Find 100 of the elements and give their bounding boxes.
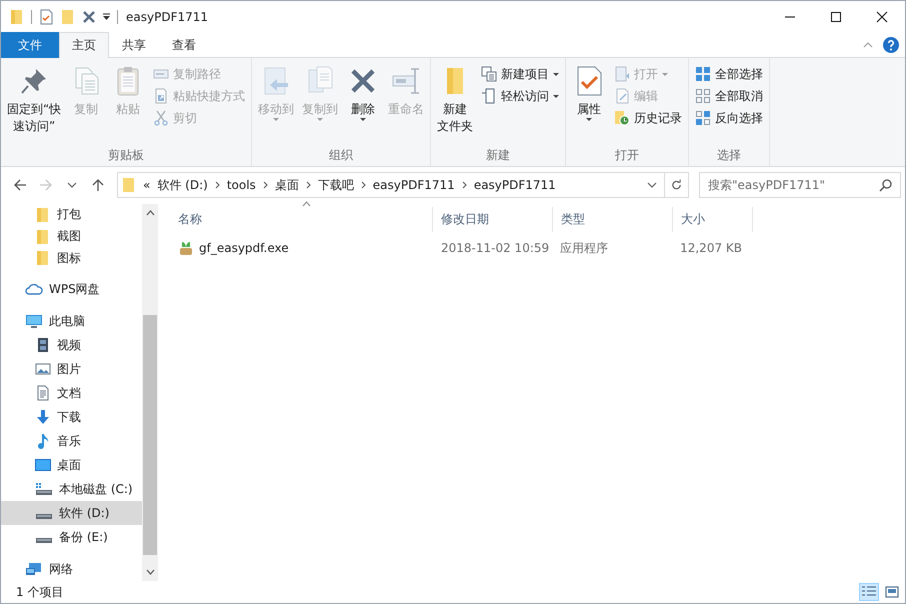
help-icon[interactable] bbox=[883, 36, 899, 52]
music-note-icon bbox=[35, 433, 51, 450]
ribbon-button[interactable]: 属性 bbox=[569, 63, 610, 146]
desktop-icon bbox=[35, 457, 51, 474]
group-label: 选择 bbox=[716, 147, 742, 164]
ribbon-button[interactable]: 全部选择 bbox=[692, 63, 766, 85]
sidebar-item[interactable]: 文档 bbox=[1, 381, 142, 406]
application-icon bbox=[178, 240, 194, 256]
picture-icon bbox=[35, 361, 51, 378]
ribbon-button[interactable]: 新建项目 bbox=[478, 63, 562, 85]
document-icon bbox=[35, 385, 51, 402]
sidebar-item[interactable]: 桌面 bbox=[1, 453, 142, 478]
address-field[interactable]: « 软件 (D:) tools 桌面 下载吧 easyPDF1711 easyPDF1711 bbox=[117, 172, 689, 198]
ribbon-button[interactable]: 新建 文件夹 bbox=[434, 63, 476, 146]
breadcrumb[interactable]: easyPDF1711 bbox=[372, 178, 455, 192]
search-field[interactable]: 搜索"easyPDF1711" bbox=[699, 172, 901, 198]
sidebar-item[interactable]: 备份 (E:) bbox=[1, 525, 142, 550]
delete-icon[interactable] bbox=[82, 10, 96, 24]
folder-icon bbox=[35, 228, 51, 244]
group-label: 新建 bbox=[485, 147, 512, 164]
scrollbar-thumb[interactable] bbox=[143, 315, 157, 555]
ribbon-button[interactable]: 全部取消 bbox=[692, 85, 766, 107]
sidebar-item[interactable]: 下载 bbox=[1, 405, 142, 430]
ribbon-button[interactable]: 轻松访问 bbox=[478, 85, 562, 107]
ribbon-tab[interactable]: 共享 bbox=[109, 32, 159, 58]
breadcrumb[interactable]: 桌面 bbox=[274, 176, 299, 194]
file-row[interactable]: gf_easypdf.exe 2018-11-02 10:59 应用程序 12,207 KB bbox=[170, 237, 905, 259]
group-label: 组织 bbox=[328, 147, 354, 164]
properties-icon[interactable] bbox=[38, 8, 54, 24]
table-cell-text: 应用程序 bbox=[559, 240, 609, 256]
ribbon-button[interactable]: 删除 bbox=[343, 63, 384, 146]
back-icon bbox=[13, 178, 27, 192]
open-icon bbox=[614, 66, 630, 82]
table-cell-text: 12,207 KB bbox=[679, 241, 743, 255]
drive-icon bbox=[36, 514, 52, 519]
folder-icon bbox=[9, 8, 25, 24]
sidebar-item[interactable]: 网络 bbox=[1, 557, 142, 582]
computer-icon bbox=[25, 313, 43, 330]
ribbon-button[interactable]: 固定到“快 速访问” bbox=[4, 63, 64, 146]
sidebar-item[interactable]: 截图 bbox=[1, 226, 142, 248]
sidebar-item[interactable]: 图片 bbox=[1, 357, 142, 382]
up-icon bbox=[91, 178, 105, 192]
breadcrumb[interactable]: easyPDF1711 bbox=[474, 178, 556, 192]
network-icon bbox=[25, 561, 43, 578]
cloud-icon bbox=[25, 281, 43, 298]
refresh-icon bbox=[671, 179, 682, 191]
sidebar-item[interactable]: 音乐 bbox=[1, 429, 142, 454]
film-icon bbox=[35, 337, 51, 354]
folder-icon bbox=[35, 206, 51, 223]
table-cell-text: 2018-11-02 10:59 bbox=[440, 241, 550, 255]
chevron-icon bbox=[462, 181, 467, 189]
file-name: gf_easypdf.exe bbox=[199, 241, 289, 255]
view-button[interactable] bbox=[859, 583, 879, 601]
sidebar-item[interactable]: 本地磁盘 (C:) bbox=[1, 477, 142, 502]
ribbon-tab[interactable]: 主页 bbox=[59, 32, 109, 58]
select-none-icon bbox=[695, 88, 712, 104]
chevron-icon bbox=[306, 181, 311, 189]
group-label: 打开 bbox=[614, 147, 640, 164]
close-icon bbox=[876, 10, 888, 22]
ribbon-tab[interactable]: 文件 bbox=[1, 32, 59, 58]
ribbon-tab[interactable]: 查看 bbox=[159, 32, 209, 58]
chevron-icon bbox=[262, 181, 268, 189]
sidebar-item[interactable]: 打包 bbox=[1, 204, 142, 226]
search-icon[interactable] bbox=[879, 178, 893, 192]
ribbon-button[interactable]: 反向选择 bbox=[692, 107, 766, 129]
sidebar-item[interactable]: 图标 bbox=[1, 247, 142, 270]
shortcut-icon bbox=[153, 88, 170, 104]
collapse-ribbon-icon[interactable] bbox=[863, 42, 873, 48]
column-header[interactable]: 名称 bbox=[170, 207, 433, 232]
scroll-down-icon[interactable] bbox=[146, 569, 154, 575]
scrollbar[interactable] bbox=[142, 204, 158, 581]
select-all-icon bbox=[695, 66, 712, 82]
column-header[interactable]: 类型 bbox=[553, 207, 673, 232]
drive-icon bbox=[36, 538, 52, 543]
column-header[interactable]: 修改日期 bbox=[433, 207, 553, 232]
column-header[interactable]: 大小 bbox=[673, 207, 753, 232]
status-text: 1 个项目 bbox=[16, 584, 64, 600]
scissors-icon bbox=[153, 110, 170, 126]
scroll-up-icon[interactable] bbox=[146, 210, 154, 216]
ribbon-button[interactable]: 历史记录 bbox=[611, 107, 686, 129]
maximize-icon bbox=[830, 10, 842, 22]
invert-selection-icon bbox=[695, 110, 712, 126]
document-icon bbox=[481, 88, 498, 104]
sidebar-item[interactable]: 此电脑 bbox=[1, 309, 142, 334]
forward-icon bbox=[39, 178, 53, 192]
dropdown-icon[interactable] bbox=[102, 12, 111, 20]
breadcrumb[interactable]: 软件 (D:) bbox=[157, 176, 208, 194]
breadcrumb[interactable]: 下载吧 bbox=[318, 176, 354, 194]
sidebar-item[interactable]: WPS网盘 bbox=[1, 277, 142, 302]
folder-icon bbox=[35, 250, 51, 266]
breadcrumb-overflow[interactable]: « bbox=[143, 178, 150, 192]
dropdown-icon[interactable] bbox=[647, 182, 657, 188]
down-arrow-icon bbox=[35, 409, 51, 426]
edit-icon bbox=[614, 88, 630, 104]
sidebar-item[interactable]: 视频 bbox=[1, 333, 142, 358]
new-item-icon bbox=[481, 66, 498, 82]
breadcrumb[interactable]: tools bbox=[226, 178, 256, 192]
drive-icon bbox=[35, 481, 53, 498]
sidebar-item[interactable]: 软件 (D:) bbox=[1, 501, 142, 526]
history-icon bbox=[614, 110, 630, 126]
